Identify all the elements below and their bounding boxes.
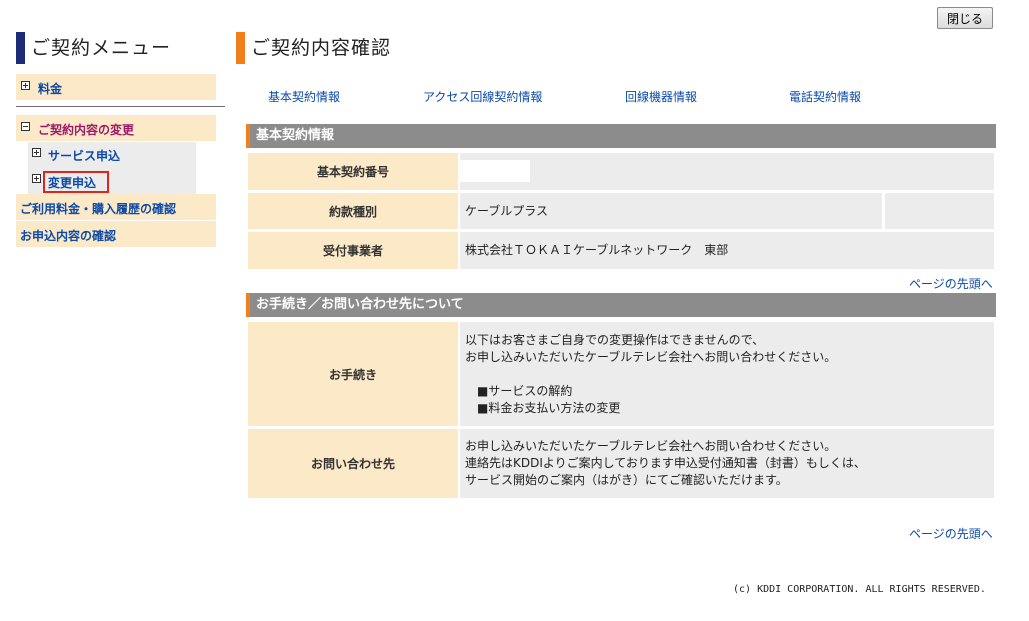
sidebar-item-usage-history[interactable]: ご利用料金・購入履歴の確認: [16, 194, 216, 220]
back-to-top-link[interactable]: ページの先頭へ: [909, 275, 993, 292]
sidebar-item-fees[interactable]: 料金: [16, 74, 216, 100]
section-heading-basic: 基本契約情報: [246, 124, 996, 148]
copyright: (c) KDDI CORPORATION. ALL RIGHTS RESERVE…: [733, 584, 986, 595]
selection-highlight: [43, 171, 109, 193]
tab-phone-contract[interactable]: 電話契約情報: [789, 88, 861, 105]
label-contact: お問い合わせ先: [248, 429, 458, 498]
value-contract-number: [460, 153, 994, 190]
tab-line-equipment[interactable]: 回線機器情報: [625, 88, 697, 105]
sidebar-title: ご契約メニュー: [16, 32, 216, 64]
label-procedure: お手続き: [248, 322, 458, 426]
procedure-bullet-cancel: ■サービスの解約: [477, 384, 573, 398]
value-procedure: 以下はお客さまご自身での変更操作はできませんので、 お申し込みいただいたケーブル…: [460, 322, 994, 426]
plus-box-icon[interactable]: [21, 81, 30, 90]
value-terms-extra: [885, 193, 994, 229]
procedure-bullet-payment: ■料金お支払い方法の変更: [477, 401, 621, 415]
label-contract-number: 基本契約番号: [248, 153, 458, 190]
page-title: ご契約内容確認: [236, 32, 536, 64]
minus-box-icon[interactable]: [21, 122, 30, 131]
sidebar-divider: [16, 106, 225, 107]
sidebar-item-fees-label[interactable]: 料金: [38, 80, 62, 97]
value-contact: お申し込みいただいたケーブルテレビ会社へお問い合わせください。 連絡先はKDDI…: [460, 429, 994, 498]
value-terms-type: ケーブルプラス: [460, 193, 882, 229]
sidebar-item-application-confirm-label[interactable]: お申込内容の確認: [20, 227, 116, 244]
section-heading-contact: お手続き／お問い合わせ先について: [246, 293, 996, 317]
tab-access-line[interactable]: アクセス回線契約情報: [423, 88, 542, 105]
value-provider: 株式会社ＴＯＫＡＩケーブルネットワーク 東部: [460, 232, 994, 269]
sidebar-item-usage-history-label[interactable]: ご利用料金・購入履歴の確認: [20, 200, 176, 217]
plus-box-icon[interactable]: [32, 148, 41, 157]
procedure-text: 以下はお客さまご自身での変更操作はできませんので、 お申し込みいただいたケーブル…: [465, 333, 837, 364]
sidebar-item-service-apply[interactable]: サービス申込: [28, 145, 196, 165]
sidebar-item-contract-change-label[interactable]: ご契約内容の変更: [38, 121, 134, 138]
sidebar-item-service-apply-label[interactable]: サービス申込: [48, 147, 120, 164]
sidebar-item-application-confirm[interactable]: お申込内容の確認: [16, 221, 216, 247]
label-terms-type: 約款種別: [248, 193, 458, 229]
close-button[interactable]: 閉じる: [937, 7, 993, 29]
sidebar-item-contract-change[interactable]: ご契約内容の変更: [16, 115, 216, 141]
masked-value: [460, 160, 530, 182]
tab-basic-contract[interactable]: 基本契約情報: [268, 88, 340, 105]
label-provider: 受付事業者: [248, 232, 458, 269]
back-to-top-link-2[interactable]: ページの先頭へ: [909, 525, 993, 542]
plus-box-icon[interactable]: [32, 174, 41, 183]
